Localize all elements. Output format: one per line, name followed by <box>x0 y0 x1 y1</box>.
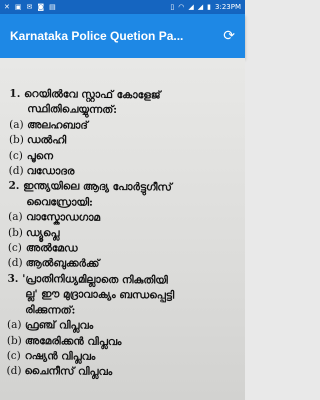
battery-icon: ▮ <box>207 2 212 11</box>
image-icon: ▣ <box>14 2 22 11</box>
option-text: ഡ്യൂപ്ലെ <box>25 226 60 239</box>
option-label: (b) <box>7 226 23 239</box>
option-text: ചൈനീസ് വിപ്ലവം <box>24 365 113 379</box>
refresh-icon[interactable]: ⟳ <box>213 28 235 44</box>
option-label: (d) <box>8 164 24 177</box>
mail-icon: ✉ <box>26 2 33 11</box>
option-label: (a) <box>9 118 24 131</box>
signal-icon: ◢ <box>188 2 194 11</box>
question-page: 1. റെയിൽവേ സ്റ്റാഫ് കോളേജ് സ്ഥിതിചെയ്യുന… <box>6 87 241 382</box>
question-text: 3. 'പ്രാതിനിധ്യമില്ലാതെ നികുതിയി <box>7 272 168 287</box>
vibrate-icon: ▯ <box>170 2 175 11</box>
option-text: ഡൽഹി <box>26 134 67 147</box>
message-icon: ◙ <box>37 2 45 11</box>
option-label: (a) <box>8 211 23 224</box>
app-title: Karnataka Police Quetion Pa... <box>10 29 184 43</box>
status-bar: ✕ ▣ ✉ ◙ ▤ ▯ ◠ ◢ ◢ ▮ 3:23PM <box>0 0 245 14</box>
system-icons: ▯ ◠ ◢ ◢ ▮ 3:23PM <box>170 3 241 11</box>
option-label: (c) <box>8 149 23 162</box>
option-label: (a) <box>6 318 22 332</box>
option-label: (b) <box>6 334 22 347</box>
option-text: അലഹബാദ് <box>27 118 88 132</box>
question-1: 1. റെയിൽവേ സ്റ്റാഫ് കോളേജ് സ്ഥിതിചെയ്യുന… <box>9 87 241 120</box>
question-text: 2. ഇന്ത്യയിലെ ആദ്യ പോർട്ടുഗീസ് <box>8 180 172 194</box>
question-text: 1. റെയിൽവേ സ്റ്റാഫ് കോളേജ് <box>9 87 161 102</box>
app-bar: Karnataka Police Quetion Pa... ⟳ <box>0 14 245 58</box>
notification-icons: ✕ ▣ ✉ ◙ ▤ <box>4 2 56 11</box>
question-2: 2. ഇന്ത്യയിലെ ആദ്യ പോർട്ടുഗീസ് വൈസ്രോയി: <box>8 179 240 212</box>
screenshot-icon: ▤ <box>49 2 56 11</box>
option-text: ഫ്രഞ്ച് വിപ്ലവം <box>24 319 94 332</box>
close-icon: ✕ <box>4 2 10 11</box>
option-row: (d) ചൈനീസ് വിപ്ലവം <box>6 364 238 382</box>
option-label: (c) <box>7 241 22 254</box>
option-label: (b) <box>8 134 24 147</box>
option-label: (c) <box>6 349 21 362</box>
option-text: വാസ്കോഡഗാമ <box>26 211 101 224</box>
option-text: പൂനെ <box>26 149 54 162</box>
question-3: 3. 'പ്രാതിനിധ്യമില്ലാതെ നികുതിയി ല്ല' ഈ … <box>7 272 239 321</box>
wifi-icon: ◠ <box>178 2 185 11</box>
option-label: (d) <box>7 257 23 270</box>
option-text: ആൽബുക്കർക്ക് <box>25 257 100 271</box>
clock: 3:23PM <box>215 3 241 11</box>
option-text: വഡോദര <box>26 165 75 178</box>
option-label: (d) <box>6 365 22 378</box>
signal-icon: ◢ <box>197 2 204 11</box>
option-text: റഷ്യൻ വിപ്ലവം <box>24 349 96 363</box>
option-text: അൽമേഡ <box>25 242 78 255</box>
option-text: അമേരിക്കൻ വിപ്ലവം <box>24 334 122 348</box>
question-paper-image: 1. റെയിൽവേ സ്റ്റാഫ് കോളേജ് സ്ഥിതിചെയ്യുന… <box>0 58 245 400</box>
